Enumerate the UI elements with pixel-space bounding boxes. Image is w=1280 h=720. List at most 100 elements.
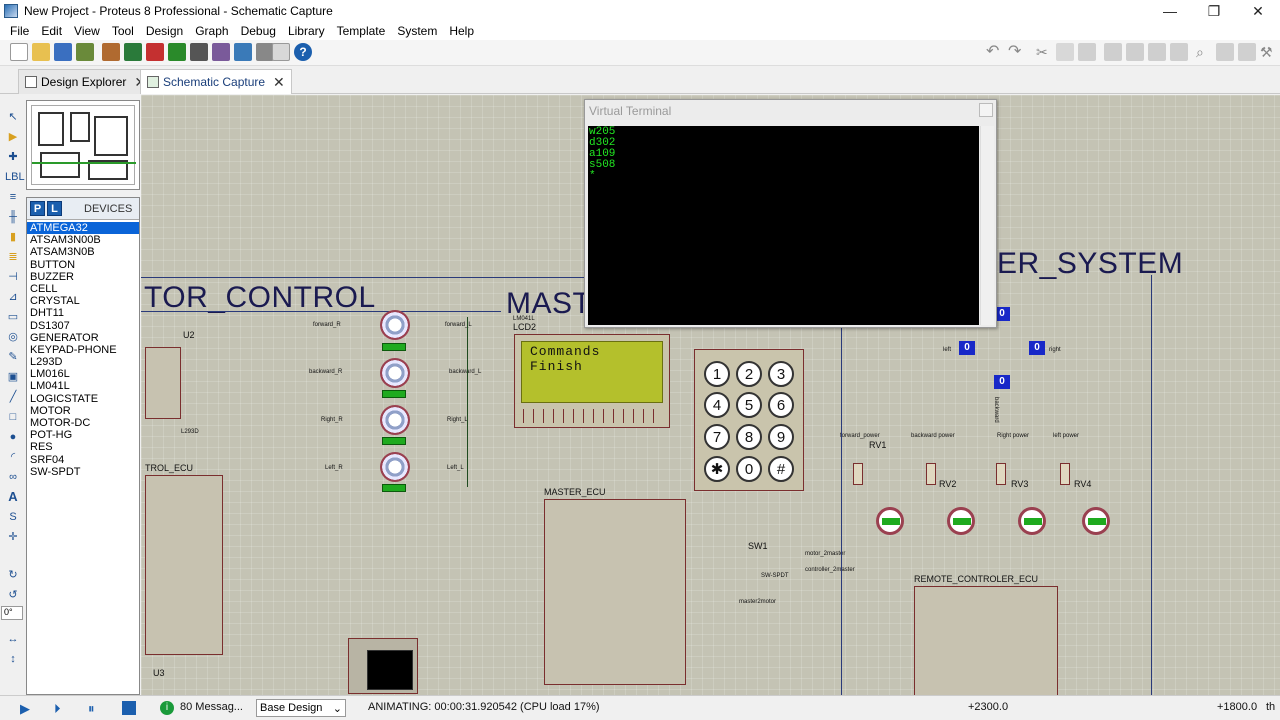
save-icon[interactable]	[54, 43, 72, 61]
potentiometer[interactable]	[926, 463, 936, 485]
component-mode-icon[interactable]: ▶	[5, 130, 21, 144]
terminal-screen[interactable]: w205 d302 a109 s508 *	[588, 126, 979, 325]
paste-icon[interactable]	[1078, 43, 1096, 61]
menu-graph[interactable]: Graph	[195, 24, 228, 38]
dc-motor[interactable]	[380, 452, 410, 482]
mirror-vertical-icon[interactable]: ↕	[5, 652, 21, 666]
dc-motor[interactable]	[380, 358, 410, 388]
keypad-key-0[interactable]: 0	[736, 456, 762, 482]
tab-schematic-capture[interactable]: Schematic Capture ✕	[140, 69, 292, 94]
terminal-scrollbar[interactable]	[980, 126, 994, 325]
logic-state-left[interactable]: 0	[959, 341, 975, 355]
master-ecu-chip[interactable]	[544, 499, 686, 685]
dc-motor[interactable]	[380, 405, 410, 435]
device-item[interactable]: SRF04	[27, 454, 139, 466]
generator-icon[interactable]: ◎	[5, 330, 21, 344]
keypad-phone[interactable]: 1 2 3 4 5 6 7 8 9 ✱ 0 #	[694, 349, 804, 491]
zoom-icon[interactable]: ⌕	[1196, 43, 1214, 61]
lcd-display[interactable]: Commands Finish	[514, 334, 670, 428]
selection-mode-icon[interactable]: ↖	[5, 110, 21, 124]
device-item[interactable]: KEYPAD-PHONE	[27, 344, 139, 356]
close-tab-icon[interactable]: ✕	[273, 74, 285, 91]
device-item[interactable]: LM016L	[27, 368, 139, 380]
tape-recorder-icon[interactable]: ▭	[5, 310, 21, 324]
text-script-icon[interactable]: ≡	[5, 190, 21, 204]
graph-icon[interactable]: ⊿	[5, 290, 21, 304]
line-icon[interactable]: ╱	[5, 390, 21, 404]
keypad-key-8[interactable]: 8	[736, 424, 762, 450]
rotation-angle-field[interactable]: 0°	[1, 606, 23, 620]
arc-icon[interactable]: ◜	[5, 450, 21, 464]
open-folder-icon[interactable]	[32, 43, 50, 61]
logic-state-right[interactable]: 0	[1029, 341, 1045, 355]
3d-view-icon[interactable]	[190, 43, 208, 61]
keypad-key-9[interactable]: 9	[768, 424, 794, 450]
keypad-key-1[interactable]: 1	[704, 361, 730, 387]
keypad-key-hash[interactable]: #	[768, 456, 794, 482]
device-item[interactable]: L293D	[27, 356, 139, 368]
text-icon[interactable]: A	[5, 490, 21, 504]
vsm-icon[interactable]	[234, 43, 252, 61]
wire-label-icon[interactable]: LBL	[5, 170, 25, 184]
block-rotate-icon[interactable]	[1148, 43, 1166, 61]
voltmeter[interactable]	[1082, 507, 1110, 535]
keypad-key-star[interactable]: ✱	[704, 456, 730, 482]
device-item[interactable]: BUTTON	[27, 259, 139, 271]
device-item[interactable]: BUZZER	[27, 271, 139, 283]
device-item[interactable]: DHT11	[27, 307, 139, 319]
device-item[interactable]: LOGICSTATE	[27, 393, 139, 405]
notes-icon[interactable]	[272, 43, 290, 61]
new-file-icon[interactable]	[10, 43, 28, 61]
device-item[interactable]: ATSAM3N00B	[27, 234, 139, 246]
junction-icon[interactable]: ✚	[5, 150, 21, 164]
subcircuit-icon[interactable]: ▮	[5, 230, 21, 244]
close-window-button[interactable]: ✕	[1236, 0, 1280, 22]
rotate-anticlockwise-icon[interactable]: ↺	[5, 588, 21, 602]
undo-icon[interactable]: ↶	[986, 43, 1004, 61]
home-icon[interactable]	[102, 43, 120, 61]
keypad-key-4[interactable]: 4	[704, 392, 730, 418]
tools-icon[interactable]: ⚒	[1260, 43, 1278, 61]
copy-icon[interactable]	[1056, 43, 1074, 61]
device-item[interactable]: MOTOR	[27, 405, 139, 417]
voltage-probe-icon[interactable]: ✎	[5, 350, 21, 364]
menu-file[interactable]: File	[10, 24, 29, 38]
symbol-icon[interactable]: S	[5, 510, 21, 524]
potentiometer[interactable]	[1060, 463, 1070, 485]
keypad-key-2[interactable]: 2	[736, 361, 762, 387]
pcb-icon[interactable]	[146, 43, 164, 61]
device-item[interactable]: SW-SPDT	[27, 466, 139, 478]
menu-edit[interactable]: Edit	[41, 24, 62, 38]
device-item[interactable]: LM041L	[27, 380, 139, 392]
gerber-icon[interactable]	[168, 43, 186, 61]
remote-ecu-chip[interactable]	[914, 586, 1058, 695]
menu-system[interactable]: System	[397, 24, 437, 38]
keypad-key-7[interactable]: 7	[704, 424, 730, 450]
messages-count[interactable]: 80 Messag...	[180, 701, 243, 713]
potentiometer[interactable]	[996, 463, 1006, 485]
box-icon[interactable]: □	[5, 410, 21, 424]
pause-button[interactable]: ⏸	[88, 701, 102, 716]
redo-icon[interactable]: ↷	[1008, 43, 1026, 61]
virtual-instruments-icon[interactable]: ▣	[5, 370, 21, 384]
menu-tool[interactable]: Tool	[112, 24, 134, 38]
block-copy-icon[interactable]	[1104, 43, 1122, 61]
dc-motor[interactable]	[380, 310, 410, 340]
menu-view[interactable]: View	[74, 24, 100, 38]
device-item[interactable]: POT-HG	[27, 429, 139, 441]
schematic-icon[interactable]	[124, 43, 142, 61]
device-item[interactable]: ATMEGA32	[27, 222, 139, 235]
device-item[interactable]: GENERATOR	[27, 332, 139, 344]
restore-button[interactable]: ❐	[1192, 0, 1236, 22]
library-manager-button[interactable]: L	[47, 201, 62, 216]
keypad-key-5[interactable]: 5	[736, 392, 762, 418]
bom-icon[interactable]	[212, 43, 230, 61]
pick-device-icon[interactable]	[1216, 43, 1234, 61]
mirror-horizontal-icon[interactable]: ↔	[5, 632, 21, 646]
pick-devices-button[interactable]: P	[30, 201, 45, 216]
device-item[interactable]: DS1307	[27, 320, 139, 332]
bus-icon[interactable]: ╫	[5, 210, 21, 224]
motor-ecu-chip[interactable]	[145, 475, 223, 655]
l293d-chip[interactable]	[145, 347, 181, 419]
device-item[interactable]: CELL	[27, 283, 139, 295]
